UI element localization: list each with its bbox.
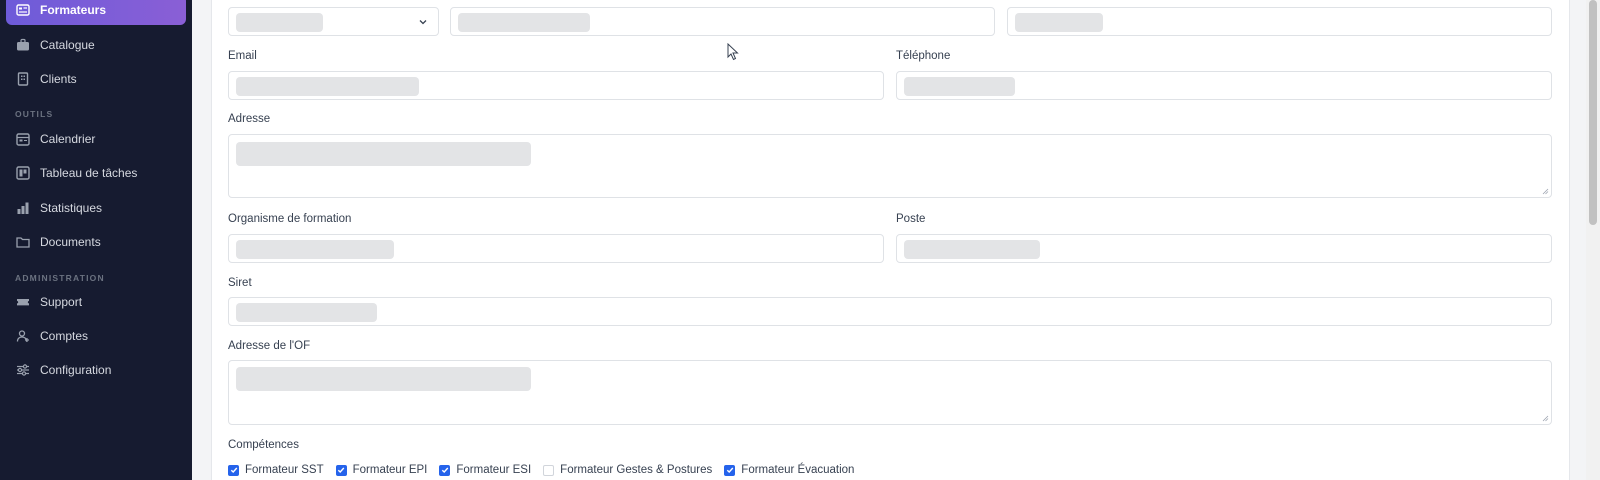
sidebar-item-comptes[interactable]: Comptes [6,321,186,351]
first-name-input[interactable] [450,7,995,36]
scrollbar-thumb[interactable] [1589,0,1597,225]
sidebar-item-support[interactable]: Support [6,287,186,317]
chevron-down-icon [419,20,427,25]
civility-select[interactable] [228,7,439,36]
resize-handle-icon[interactable] [1542,188,1549,195]
placeholder-block [236,77,419,96]
adresse-of-textarea[interactable] [228,360,1552,425]
sidebar-item-label: Statistiques [40,201,103,215]
sliders-icon [16,363,30,377]
checkbox-label: Formateur EPI [352,464,428,476]
bar-chart-icon [16,201,30,215]
sidebar-item-statistiques[interactable]: Statistiques [6,193,186,223]
email-label: Email [228,50,257,62]
checkbox-unchecked-icon[interactable] [543,464,555,476]
folder-icon [16,235,30,249]
checkbox-checked-icon[interactable] [228,464,239,476]
siret-field[interactable] [228,297,1552,326]
book-open-icon [16,3,30,17]
section-label-outils: OUTILS [15,109,54,119]
sidebar-item-formateurs[interactable]: Formateurs [6,0,186,25]
checkbox-checked-icon[interactable] [724,464,736,476]
building-icon [16,72,30,86]
competences-label: Compétences [228,439,299,451]
kanban-icon [16,166,30,180]
placeholder-block [236,142,531,166]
sidebar-item-catalogue[interactable]: Catalogue [6,30,186,60]
checkbox-checked-icon[interactable] [335,464,347,476]
placeholder-block [904,240,1040,259]
telephone-label: Téléphone [896,50,951,62]
siret-label: Siret [228,277,252,289]
checkbox-label: Formateur SST [245,464,324,476]
sidebar: Formateurs Catalogue Clients OUTILS Cale… [0,0,192,480]
checkbox-formateur-esi[interactable]: Formateur ESI [439,464,531,476]
placeholder-block [904,77,1015,96]
sidebar-item-configuration[interactable]: Configuration [6,355,186,385]
checkbox-label: Formateur Gestes & Postures [560,464,713,476]
checkbox-formateur-epi[interactable]: Formateur EPI [335,464,428,476]
adresse-of-label: Adresse de l'OF [228,340,311,352]
calendar-icon [16,132,30,146]
adresse-textarea[interactable] [228,134,1552,198]
sidebar-item-label: Tableau de tâches [40,166,138,180]
last-name-input[interactable] [1007,7,1552,36]
checkbox-label: Formateur ESI [456,464,532,476]
telephone-field[interactable] [896,71,1552,100]
placeholder-block [236,240,394,259]
scrollbar-track[interactable] [1586,0,1600,480]
ticket-icon [16,295,30,309]
mouse-cursor-icon [727,43,739,61]
sidebar-item-label: Calendrier [40,132,96,146]
organisme-field[interactable] [228,234,884,263]
sidebar-item-label: Catalogue [40,38,95,52]
email-field[interactable] [228,71,884,100]
placeholder-block [236,367,531,391]
section-label-administration: ADMINISTRATION [15,273,105,283]
placeholder-block [1015,13,1103,32]
checkbox-formateur-sst[interactable]: Formateur SST [228,464,324,476]
adresse-label: Adresse [228,113,271,125]
competences-list: Formateur SST Formateur EPI Formateur ES… [228,464,866,476]
sidebar-item-label: Clients [40,72,77,86]
sidebar-item-label: Formateurs [40,3,107,17]
placeholder-block [458,13,590,32]
users-icon [16,329,30,343]
placeholder-block [236,13,323,32]
sidebar-item-label: Configuration [40,363,112,377]
checkbox-label: Formateur Évacuation [741,464,855,476]
resize-handle-icon[interactable] [1542,415,1549,422]
briefcase-icon [16,38,30,52]
sidebar-item-clients[interactable]: Clients [6,64,186,94]
sidebar-item-label: Documents [40,235,101,249]
checkbox-formateur-evacuation[interactable]: Formateur Évacuation [724,464,854,476]
sidebar-item-calendrier[interactable]: Calendrier [6,124,186,154]
sidebar-item-label: Support [40,295,83,309]
sidebar-item-label: Comptes [40,329,89,343]
poste-field[interactable] [896,234,1552,263]
sidebar-item-tableau-de-taches[interactable]: Tableau de tâches [6,158,186,188]
sidebar-item-documents[interactable]: Documents [6,227,186,257]
checkbox-formateur-gestes-postures[interactable]: Formateur Gestes & Postures [543,464,712,476]
poste-label: Poste [896,213,926,225]
placeholder-block [236,303,377,322]
organisme-label: Organisme de formation [228,213,352,225]
checkbox-checked-icon[interactable] [439,464,451,476]
